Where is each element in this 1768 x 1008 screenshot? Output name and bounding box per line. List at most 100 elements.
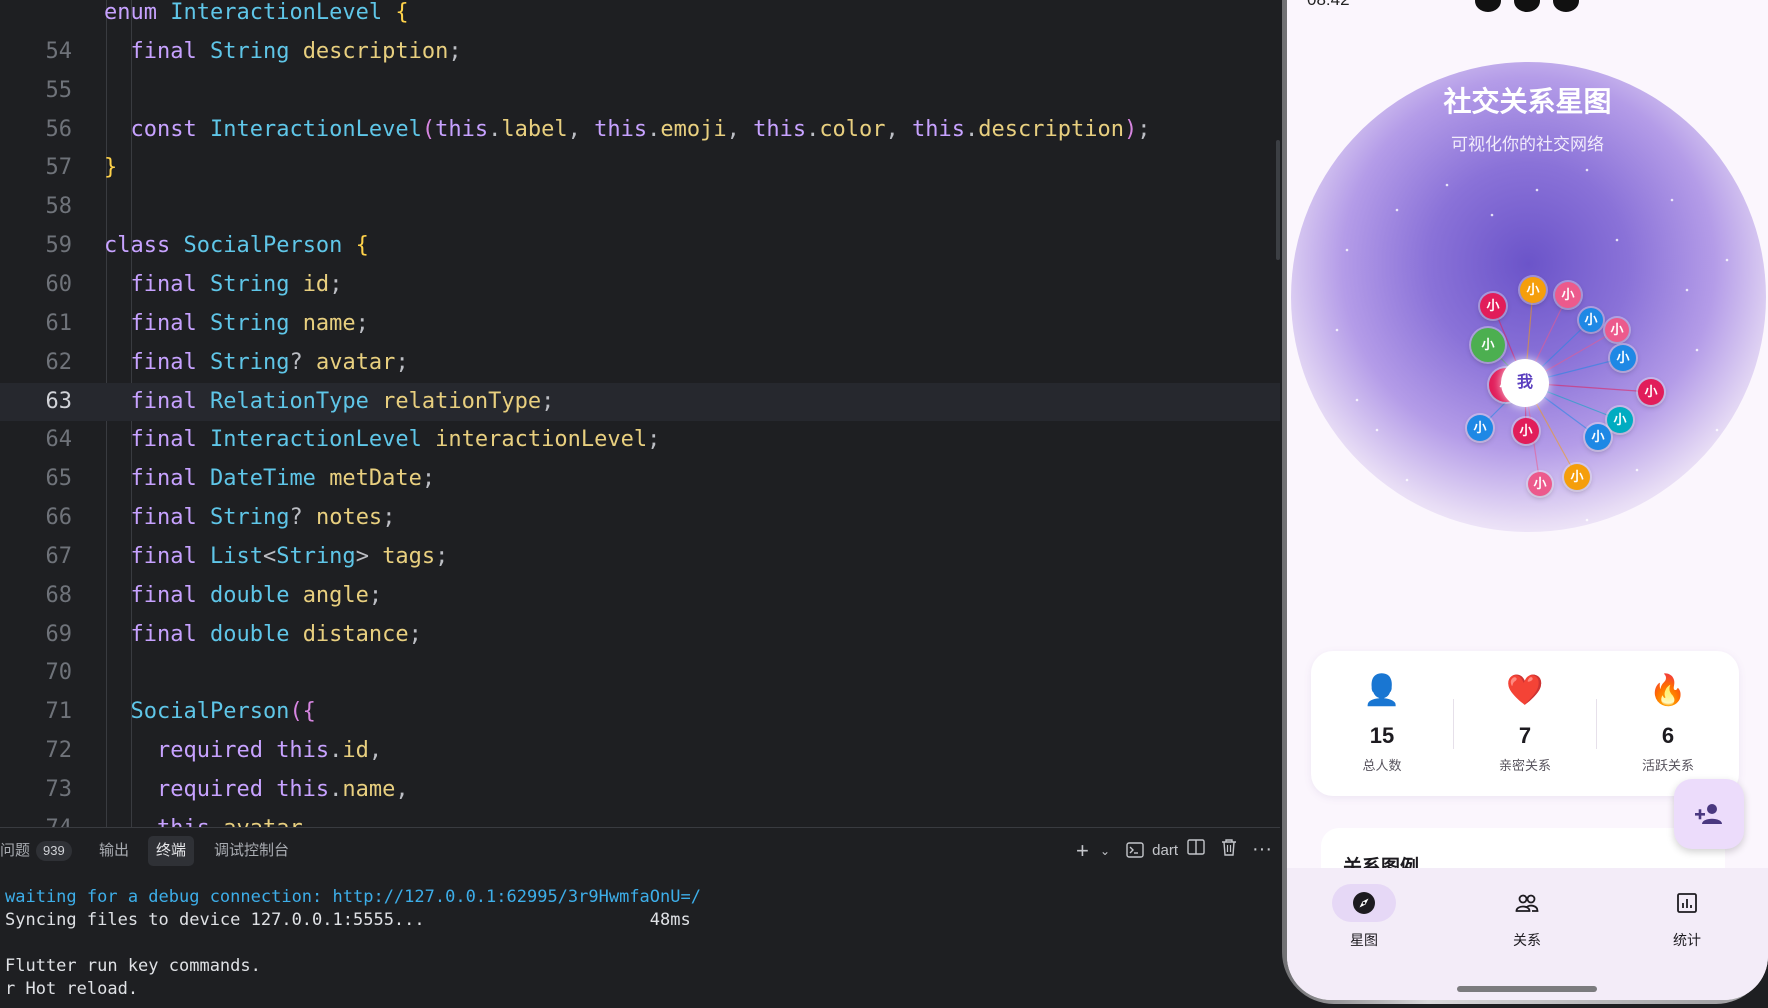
code-text: final double angle; xyxy=(104,577,382,615)
add-person-button[interactable] xyxy=(1674,779,1744,849)
person-node[interactable]: 小 xyxy=(1513,418,1539,444)
code-line[interactable]: 67 final List<String> tags; xyxy=(0,538,1280,576)
code-line[interactable]: 63 final RelationType relationType; xyxy=(0,382,1280,421)
code-token: required xyxy=(104,738,277,764)
person-node[interactable]: 小 xyxy=(1467,415,1493,441)
code-line[interactable]: 55 xyxy=(0,72,1280,110)
code-token: . xyxy=(488,116,502,142)
code-line[interactable]: 58 xyxy=(0,188,1280,226)
person-node[interactable]: 小 xyxy=(1610,345,1636,371)
tab-output[interactable]: 输出 xyxy=(91,836,137,866)
code-token: final xyxy=(104,349,210,375)
person-node[interactable]: 小 xyxy=(1471,328,1505,362)
person-node[interactable]: 小 xyxy=(1579,308,1603,332)
tab-problems-label: 问题 xyxy=(0,842,31,859)
more-actions-button[interactable]: ··· xyxy=(1252,838,1272,864)
code-line[interactable]: 71 SocialPerson({ xyxy=(0,693,1280,731)
code-line[interactable]: 69 final double distance; xyxy=(0,616,1280,654)
star xyxy=(1345,248,1349,252)
code-line[interactable]: 54 final String description; xyxy=(0,33,1280,71)
new-terminal-button[interactable]: + xyxy=(1076,838,1089,864)
terminal-shell-selector[interactable]: dart xyxy=(1126,838,1178,864)
person-node[interactable]: 小 xyxy=(1607,407,1633,433)
nav-star-map[interactable]: 星图 xyxy=(1314,880,1414,960)
code-token: this xyxy=(276,777,330,802)
code-token: relationType xyxy=(382,388,542,414)
person-node[interactable]: 小 xyxy=(1564,464,1590,490)
code-line[interactable]: 61 final String name; xyxy=(0,305,1280,343)
code-text: enum InteractionLevel { xyxy=(104,0,409,32)
terminal-shell-name: dart xyxy=(1152,842,1179,859)
code-line[interactable]: 68 final double angle; xyxy=(0,577,1280,615)
code-token: metDate xyxy=(329,466,422,492)
star xyxy=(1635,468,1639,472)
line-number: 68 xyxy=(45,582,73,608)
person-node[interactable]: 小 xyxy=(1555,282,1581,308)
line-number: 61 xyxy=(45,310,73,336)
code-text: final double distance; xyxy=(104,616,421,654)
kill-terminal-button[interactable] xyxy=(1221,838,1237,864)
code-token: ; xyxy=(382,505,396,531)
tab-problems[interactable]: 问题 939 xyxy=(0,836,80,866)
more-icon: ··· xyxy=(1252,838,1272,860)
code-token: final xyxy=(104,466,210,492)
code-line[interactable]: 74 this.avatar, xyxy=(0,810,1280,827)
code-line[interactable]: 60 final String id; xyxy=(0,266,1280,304)
split-terminal-button[interactable] xyxy=(1187,838,1205,864)
code-text: SocialPerson({ xyxy=(104,693,315,731)
code-token: String xyxy=(209,38,303,64)
code-line[interactable]: 59 class SocialPerson { xyxy=(0,227,1280,265)
code-token: String xyxy=(276,543,356,569)
person-node[interactable]: 小 xyxy=(1528,472,1552,496)
code-line[interactable]: enum InteractionLevel { xyxy=(0,0,1280,32)
editor-scrollbar[interactable] xyxy=(1276,140,1280,260)
nav-relations[interactable]: 关系 xyxy=(1477,880,1577,960)
person-node[interactable]: 小 xyxy=(1480,293,1506,319)
code-line[interactable]: 73 required this.name, xyxy=(0,771,1280,809)
code-line[interactable]: 66 final String? notes; xyxy=(0,499,1280,537)
person-node[interactable]: 小 xyxy=(1520,277,1546,303)
stat-total-people: 👤 15 总人数 xyxy=(1311,651,1453,796)
problems-count-badge: 939 xyxy=(36,841,72,861)
line-number: 66 xyxy=(45,505,73,531)
star xyxy=(1585,518,1589,522)
code-editor[interactable]: enum InteractionLevel {54 final String d… xyxy=(0,0,1280,827)
app-subtitle: 可视化你的社交网络 xyxy=(1451,135,1604,154)
panel-tab-bar: 问题 939 输出 终端 调试控制台 + ⌄ dart ··· xyxy=(0,828,1280,868)
tab-terminal[interactable]: 终端 xyxy=(148,836,195,866)
code-token: this xyxy=(276,738,330,764)
code-line[interactable]: 62 final String? avatar; xyxy=(0,344,1280,382)
code-line[interactable]: 70 xyxy=(0,654,1280,692)
person-node[interactable]: 小 xyxy=(1638,379,1664,405)
code-line[interactable]: 57} xyxy=(0,149,1280,187)
code-line[interactable]: 56 const InteractionLevel(this.label, th… xyxy=(0,111,1280,149)
code-line[interactable]: 64 final InteractionLevel interactionLev… xyxy=(0,421,1280,459)
person-node[interactable]: 小 xyxy=(1585,424,1611,450)
nav-label: 关系 xyxy=(1513,932,1541,948)
code-token: String xyxy=(209,310,303,336)
code-token: this xyxy=(912,116,966,142)
code-token: enum xyxy=(104,0,171,25)
person-node[interactable]: 小 xyxy=(1605,318,1629,342)
line-number: 65 xyxy=(45,466,73,492)
heart-icon: ❤️ xyxy=(1506,674,1544,707)
nav-statistics[interactable]: 统计 xyxy=(1637,880,1737,960)
code-token: , xyxy=(567,116,595,142)
code-token: class xyxy=(104,233,184,259)
plus-icon: + xyxy=(1076,838,1089,863)
center-node-me[interactable]: 我 xyxy=(1501,359,1549,407)
home-indicator[interactable] xyxy=(1457,986,1597,992)
code-token: . xyxy=(965,116,979,142)
terminal-dropdown-button[interactable]: ⌄ xyxy=(1100,838,1110,864)
chart-icon xyxy=(1677,893,1697,913)
code-token: { xyxy=(355,233,369,259)
chevron-down-icon: ⌄ xyxy=(1100,844,1111,858)
code-token: final xyxy=(104,388,210,414)
code-line[interactable]: 72 required this.id, xyxy=(0,732,1280,770)
code-line[interactable]: 65 final DateTime metDate; xyxy=(0,460,1280,498)
code-text: } xyxy=(104,149,117,187)
tab-debug-console[interactable]: 调试控制台 xyxy=(206,836,297,866)
star xyxy=(1715,428,1719,432)
code-token: , xyxy=(368,738,383,764)
nav-label: 统计 xyxy=(1673,932,1701,948)
